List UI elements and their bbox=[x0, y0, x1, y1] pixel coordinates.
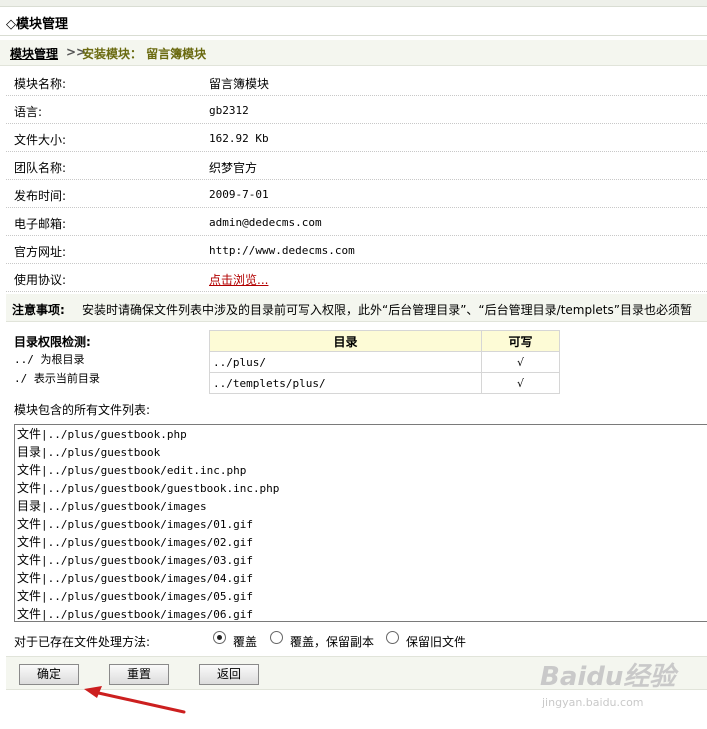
info-value: gb2312 bbox=[209, 104, 249, 117]
breadcrumb-current: 安装模块： 留言簿模块 bbox=[82, 47, 207, 61]
file-type: 文件 bbox=[17, 607, 42, 621]
file-list-textarea[interactable]: 文件|../plus/guestbook.php 目录|../plus/gues… bbox=[14, 424, 707, 622]
baidu-watermark-logo: Baidu经验 jingyan.baidu.com bbox=[540, 656, 676, 709]
info-value: 162.92 Kb bbox=[209, 132, 269, 145]
list-item: 文件|../plus/guestbook/images/01.gif bbox=[15, 515, 707, 533]
list-item: 文件|../plus/guestbook.php bbox=[15, 425, 707, 443]
permission-hint-current: ./ 表示当前目录 bbox=[14, 372, 100, 385]
info-row-date: 发布时间: 2009-7-01 bbox=[6, 180, 707, 208]
file-type: 文件 bbox=[17, 571, 42, 585]
file-path: |../plus/guestbook/edit.inc.php bbox=[41, 464, 247, 477]
notice-label: 注意事项: bbox=[12, 303, 65, 317]
radio-overwrite[interactable] bbox=[213, 631, 226, 644]
info-value: admin@dedecms.com bbox=[209, 216, 322, 229]
info-value: 留言簿模块 bbox=[209, 77, 270, 91]
title-bar: ◇模块管理 bbox=[0, 6, 707, 36]
info-label: 语言: bbox=[14, 105, 43, 119]
info-label: 使用协议: bbox=[14, 273, 67, 287]
file-type: 文件 bbox=[17, 553, 42, 567]
file-path: |../plus/guestbook/images/01.gif bbox=[41, 518, 253, 531]
file-path: |../plus/guestbook bbox=[41, 446, 161, 459]
info-label: 模块名称: bbox=[14, 77, 67, 91]
file-type: 目录 bbox=[17, 445, 42, 459]
page-title: ◇模块管理 bbox=[6, 17, 68, 32]
file-type: 文件 bbox=[17, 517, 42, 531]
permission-check-title: 目录权限检测: bbox=[14, 335, 91, 349]
breadcrumb: 模块管理 >> 安装模块： 留言簿模块 bbox=[0, 40, 707, 66]
list-item: 文件|../plus/guestbook/images/06.gif bbox=[15, 605, 707, 621]
info-label: 文件大小: bbox=[14, 133, 67, 147]
radio-overwrite-keep-copy[interactable] bbox=[270, 631, 283, 644]
column-header-writable: 可写 bbox=[481, 330, 560, 352]
radio-overwrite-keep-copy-label: 覆盖，保留副本 bbox=[290, 635, 375, 649]
file-path: |../plus/guestbook/images/04.gif bbox=[41, 572, 253, 585]
permission-table: 目录 可写 ../plus/ √ ../templets/plus/ √ bbox=[209, 330, 560, 394]
list-item: 目录|../plus/guestbook bbox=[15, 443, 707, 461]
info-value: http://www.dedecms.com bbox=[209, 244, 355, 257]
file-path: |../plus/guestbook.php bbox=[41, 428, 187, 441]
info-row-language: 语言: gb2312 bbox=[6, 96, 707, 124]
file-type: 文件 bbox=[17, 481, 42, 495]
confirm-button[interactable]: 确定 bbox=[19, 664, 79, 685]
file-path: |../plus/guestbook/guestbook.inc.php bbox=[41, 482, 280, 495]
info-row-name: 模块名称: 留言簿模块 bbox=[6, 68, 707, 96]
notice-bar: 注意事项: 安装时请确保文件列表中涉及的目录前可写入权限，此外“后台管理目录”、… bbox=[6, 294, 707, 322]
writable-check-icon: √ bbox=[481, 372, 560, 394]
directory-cell: ../templets/plus/ bbox=[209, 372, 482, 394]
file-type: 文件 bbox=[17, 589, 42, 603]
radio-keep-old[interactable] bbox=[386, 631, 399, 644]
reset-button[interactable]: 重置 bbox=[109, 664, 169, 685]
file-path: |../plus/guestbook/images/03.gif bbox=[41, 554, 253, 567]
existing-file-method-label: 对于已存在文件处理方法: bbox=[14, 635, 151, 649]
info-row-email: 电子邮箱: admin@dedecms.com bbox=[6, 208, 707, 236]
file-path: |../plus/guestbook/images/02.gif bbox=[41, 536, 253, 549]
info-row-team: 团队名称: 织梦官方 bbox=[6, 152, 707, 180]
permission-header-row: 目录 可写 bbox=[209, 330, 560, 352]
info-label: 发布时间: bbox=[14, 189, 67, 203]
watermark-brand: Baidu经验 bbox=[540, 662, 676, 692]
info-label: 电子邮箱: bbox=[14, 217, 67, 231]
file-type: 文件 bbox=[17, 463, 42, 477]
file-type: 文件 bbox=[17, 427, 42, 441]
directory-cell: ../plus/ bbox=[209, 351, 482, 373]
list-item: 文件|../plus/guestbook/images/03.gif bbox=[15, 551, 707, 569]
list-item: 文件|../plus/guestbook/images/05.gif bbox=[15, 587, 707, 605]
info-row-size: 文件大小: 162.92 Kb bbox=[6, 124, 707, 152]
notice-text: 安装时请确保文件列表中涉及的目录前可写入权限，此外“后台管理目录”、“后台管理目… bbox=[82, 303, 692, 317]
file-path: |../plus/guestbook/images/05.gif bbox=[41, 590, 253, 603]
info-value: 织梦官方 bbox=[209, 161, 258, 175]
list-item: 目录|../plus/guestbook/images bbox=[15, 497, 707, 515]
table-row: ../templets/plus/ √ bbox=[209, 372, 560, 394]
radio-keep-old-label: 保留旧文件 bbox=[406, 635, 467, 649]
column-header-directory: 目录 bbox=[209, 330, 482, 352]
info-label: 官方网址: bbox=[14, 245, 67, 259]
breadcrumb-root-link[interactable]: 模块管理 bbox=[10, 45, 58, 62]
file-type: 目录 bbox=[17, 499, 42, 513]
list-item: 文件|../plus/guestbook/images/04.gif bbox=[15, 569, 707, 587]
license-link[interactable]: 点击浏览... bbox=[209, 271, 268, 288]
watermark-url: jingyan.baidu.com bbox=[542, 696, 644, 709]
file-path: |../plus/guestbook/images/06.gif bbox=[41, 608, 253, 621]
red-arrow-annotation-icon bbox=[84, 686, 186, 714]
file-list-label: 模块包含的所有文件列表: bbox=[14, 403, 151, 417]
info-row-license: 使用协议: 点击浏览... bbox=[6, 264, 707, 292]
file-type: 文件 bbox=[17, 535, 42, 549]
list-item: 文件|../plus/guestbook/edit.inc.php bbox=[15, 461, 707, 479]
table-row: ../plus/ √ bbox=[209, 351, 560, 373]
back-button[interactable]: 返回 bbox=[199, 664, 259, 685]
info-value: 2009-7-01 bbox=[209, 188, 269, 201]
writable-check-icon: √ bbox=[481, 351, 560, 373]
permission-hint-root: ../ 为根目录 bbox=[14, 353, 85, 366]
info-row-website: 官方网址: http://www.dedecms.com bbox=[6, 236, 707, 264]
list-item: 文件|../plus/guestbook/images/02.gif bbox=[15, 533, 707, 551]
list-item: 文件|../plus/guestbook/guestbook.inc.php bbox=[15, 479, 707, 497]
file-path: |../plus/guestbook/images bbox=[41, 500, 207, 513]
info-label: 团队名称: bbox=[14, 161, 67, 175]
radio-overwrite-label: 覆盖 bbox=[233, 635, 258, 649]
